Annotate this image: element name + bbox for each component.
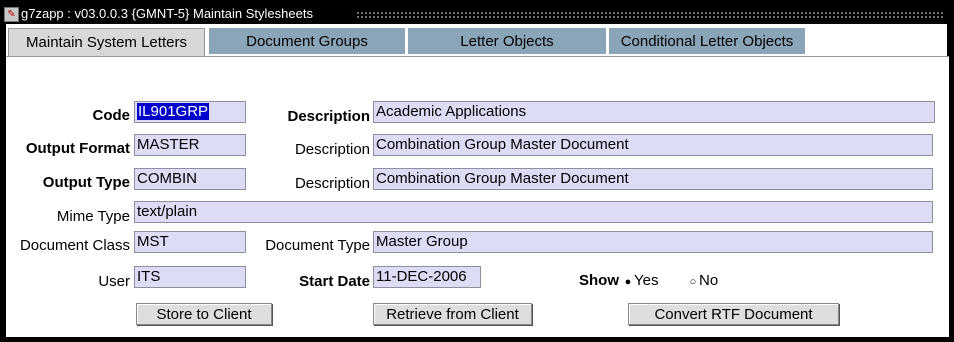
description-field-2[interactable]: Combination Group Master Document [373,134,933,156]
title-bar-grip [356,11,944,18]
document-class-label: Document Class [19,237,130,254]
show-yes-radio[interactable]: ● Yes [622,272,659,289]
title-bar[interactable]: ✎ g7zapp : v03.0.0.3 {GMNT-5} Maintain S… [0,4,952,24]
mime-type-field[interactable]: text/plain [134,201,933,223]
app-icon[interactable]: ✎ [4,7,19,22]
show-yes-label: Yes [634,272,659,289]
code-value: IL901GRP [137,103,210,120]
description-label-3: Description [294,175,370,192]
document-class-field[interactable]: MST [134,231,246,253]
document-type-label: Document Type [265,237,370,254]
user-label: User [98,273,130,290]
mime-type-label: Mime Type [56,208,130,225]
show-no-label: No [699,272,719,289]
store-to-client-button[interactable]: Store to Client [136,303,272,325]
start-date-field[interactable]: 11-DEC-2006 [373,266,481,288]
tab-strip: Maintain System Letters Document Groups … [6,24,947,58]
application-window: ✎ g7zapp : v03.0.0.3 {GMNT-5} Maintain S… [0,0,954,342]
radio-unselected-icon: ○ [689,276,697,288]
output-type-field[interactable]: COMBIN [134,168,246,190]
start-date-label: Start Date [299,273,370,290]
form-panel: Code IL901GRP Description Academic Appli… [6,56,949,337]
output-format-label: Output Format [25,140,130,157]
tab-letter-objects[interactable]: Letter Objects [408,28,608,54]
retrieve-from-client-button[interactable]: Retrieve from Client [373,303,532,325]
document-type-field[interactable]: Master Group [373,231,933,253]
description-label-1: Description [287,108,370,125]
show-label: Show [579,272,619,289]
output-type-label: Output Type [42,174,130,191]
tab-conditional-letter-objects[interactable]: Conditional Letter Objects [609,28,807,54]
description-field-1[interactable]: Academic Applications [373,101,935,123]
code-label: Code [92,107,131,124]
show-no-radio[interactable]: ○ No [687,272,719,289]
convert-rtf-document-button[interactable]: Convert RTF Document [628,303,839,325]
output-format-field[interactable]: MASTER [134,134,246,156]
tab-maintain-system-letters[interactable]: Maintain System Letters [8,28,205,58]
description-label-2: Description [294,141,370,158]
window-title: g7zapp : v03.0.0.3 {GMNT-5} Maintain Sty… [21,6,313,21]
radio-selected-icon: ● [624,276,632,288]
tab-document-groups[interactable]: Document Groups [209,28,407,54]
user-field[interactable]: ITS [134,266,246,288]
description-field-3[interactable]: Combination Group Master Document [373,168,933,190]
code-field[interactable]: IL901GRP [134,101,246,123]
